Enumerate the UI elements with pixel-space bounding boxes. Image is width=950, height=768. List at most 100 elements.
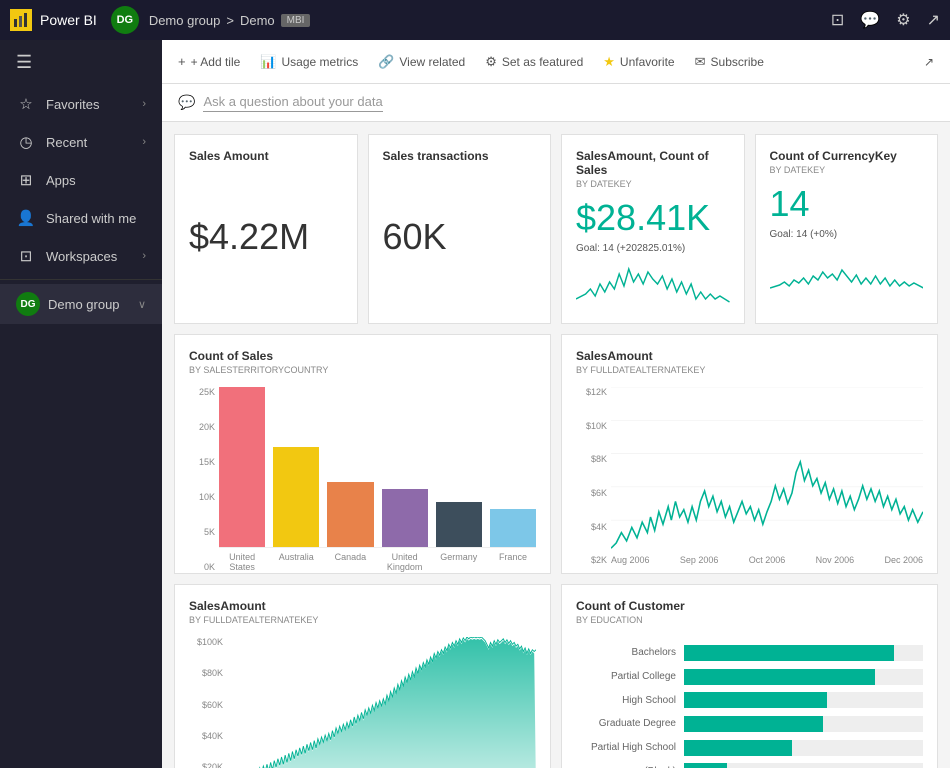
area-y-100k: $100K <box>197 637 223 647</box>
unfavorite-icon: ★ <box>603 54 615 70</box>
y-label-0k: 0K <box>204 562 215 572</box>
sidebar-label-apps: Apps <box>46 173 76 188</box>
sidebar-item-workspaces[interactable]: ⊡ Workspaces › <box>0 237 162 275</box>
speech-bubble-icon: 💬 <box>178 94 195 111</box>
chevron-favorites: › <box>142 98 146 110</box>
bar-partial-high-school <box>684 740 792 756</box>
demo-group-avatar: DG <box>16 292 40 316</box>
chart-icon: 📊 <box>260 54 276 70</box>
tile-sales-amount-value: $4.22M <box>189 216 309 258</box>
settings-icon[interactable]: ⚙ <box>896 10 910 30</box>
tile-sales-count-goal: Goal: 14 (+202825.01%) <box>576 243 730 254</box>
line-x-oct: Oct 2006 <box>749 555 786 565</box>
bar-label-united-states: United States <box>219 552 265 572</box>
bar-label-australia: Australia <box>273 552 319 572</box>
sidebar-item-recent[interactable]: ◷ Recent › <box>0 123 162 161</box>
tile-currency-key[interactable]: Count of CurrencyKey BY DATEKEY 14 Goal:… <box>755 134 939 324</box>
line-y-12k: $12K <box>586 387 607 397</box>
usage-metrics-label: Usage metrics <box>282 55 359 69</box>
line-y-2k: $2K <box>591 555 607 565</box>
share-arrow-icon: ↗ <box>924 55 934 69</box>
view-related-button[interactable]: 🔗 View related <box>378 54 465 70</box>
header-logo: Power BI <box>10 9 97 31</box>
bar-label-canada: Canada <box>327 552 373 572</box>
count-customer-subtitle: BY EDUCATION <box>576 615 923 625</box>
area-y-20k: $20K <box>202 762 223 768</box>
sidebar-label-workspaces: Workspaces <box>46 249 117 264</box>
share-icon[interactable]: ↗ <box>927 10 940 30</box>
add-tile-button[interactable]: + + Add tile <box>178 54 240 69</box>
bar-bachelors <box>684 645 894 661</box>
expand-icon[interactable]: ⊡ <box>831 10 844 30</box>
tile-sales-amount[interactable]: Sales Amount $4.22M <box>174 134 358 324</box>
area-y-60k: $60K <box>202 700 223 710</box>
tile-count-customer[interactable]: Count of Customer BY EDUCATION Bachelors… <box>561 584 938 768</box>
usage-metrics-button[interactable]: 📊 Usage metrics <box>260 54 358 70</box>
bar-united-kingdom <box>382 489 428 547</box>
bar-canada <box>327 482 373 547</box>
count-customer-title: Count of Customer <box>576 599 923 613</box>
set-featured-label: Set as featured <box>502 55 583 69</box>
tile-sales-transactions-value: 60K <box>383 216 447 258</box>
line-y-8k: $8K <box>591 454 607 464</box>
bar-label-germany: Germany <box>436 552 482 572</box>
breadcrumb-sep: > <box>226 13 234 28</box>
power-bi-logo-icon <box>10 9 32 31</box>
hamburger-button[interactable]: ☰ <box>0 40 162 85</box>
y-label-20k: 20K <box>199 422 215 432</box>
bar-australia <box>273 447 319 547</box>
breadcrumb-group[interactable]: Demo group <box>149 13 221 28</box>
tile-currency-key-value: 14 <box>770 183 924 225</box>
sales-amount-area-title: SalesAmount <box>189 599 536 613</box>
envelope-icon: ✉ <box>695 54 706 70</box>
user-avatar[interactable]: DG <box>111 6 139 34</box>
ask-bar[interactable]: 💬 Ask a question about your data <box>162 84 950 122</box>
dashboard: Sales Amount $4.22M Sales transactions 6… <box>162 122 950 768</box>
cat-graduate-degree: Graduate Degree <box>576 718 676 729</box>
tile-sales-amount-area[interactable]: SalesAmount BY FULLDATEALTERNATEKEY $100… <box>174 584 551 768</box>
sales-amount-line-title: SalesAmount <box>576 349 923 363</box>
unfavorite-button[interactable]: ★ Unfavorite <box>603 54 674 70</box>
main-content: + + Add tile 📊 Usage metrics 🔗 View rela… <box>162 40 950 768</box>
sidebar-item-shared[interactable]: 👤 Shared with me <box>0 199 162 237</box>
y-label-15k: 15K <box>199 457 215 467</box>
comment-icon[interactable]: 💬 <box>860 10 880 30</box>
bar-high-school <box>684 692 827 708</box>
header: Power BI DG Demo group > Demo MBI ⊡ 💬 ⚙ … <box>0 0 950 40</box>
sidebar-item-demo-group[interactable]: DG Demo group ∨ <box>0 284 162 324</box>
bar-blank <box>684 763 727 768</box>
chevron-demo: ∨ <box>138 298 146 311</box>
tile-sales-count[interactable]: SalesAmount, Count of Sales BY DATEKEY $… <box>561 134 745 324</box>
cat-partial-college: Partial College <box>576 671 676 682</box>
link-icon: 🔗 <box>378 54 394 70</box>
line-y-4k: $4K <box>591 522 607 532</box>
tile-sales-count-title: SalesAmount, Count of Sales <box>576 149 730 177</box>
tile-currency-key-subtitle: BY DATEKEY <box>770 165 924 175</box>
bar-label-france: France <box>490 552 536 572</box>
sidebar-item-favorites[interactable]: ☆ Favorites › <box>0 85 162 123</box>
count-sales-bar-title: Count of Sales <box>189 349 536 363</box>
bar-united-states <box>219 387 265 547</box>
cat-bachelors: Bachelors <box>576 647 676 658</box>
favorites-icon: ☆ <box>16 95 36 113</box>
tile-count-sales-bar[interactable]: Count of Sales BY SALESTERRITORYCOUNTRY … <box>174 334 551 574</box>
y-label-25k: 25K <box>199 387 215 397</box>
apps-icon: ⊞ <box>16 171 36 189</box>
demo-group-label: Demo group <box>48 297 130 312</box>
tile-sales-transactions[interactable]: Sales transactions 60K <box>368 134 552 324</box>
sidebar-item-apps[interactable]: ⊞ Apps <box>0 161 162 199</box>
subscribe-button[interactable]: ✉ Subscribe <box>695 54 764 70</box>
tile-sales-amount-line[interactable]: SalesAmount BY FULLDATEALTERNATEKEY $12K… <box>561 334 938 574</box>
y-label-5k: 5K <box>204 527 215 537</box>
area-y-40k: $40K <box>202 731 223 741</box>
unfavorite-label: Unfavorite <box>620 55 675 69</box>
ask-bar-placeholder: Ask a question about your data <box>203 94 382 112</box>
share-button[interactable]: ↗ <box>924 55 934 69</box>
sales-amount-area-subtitle: BY FULLDATEALTERNATEKEY <box>189 615 536 625</box>
tile-sales-transactions-title: Sales transactions <box>383 149 537 163</box>
set-featured-button[interactable]: ⚙ Set as featured <box>485 54 583 70</box>
line-x-aug: Aug 2006 <box>611 555 650 565</box>
tile-currency-key-goal: Goal: 14 (+0%) <box>770 229 924 240</box>
line-x-dec: Dec 2006 <box>884 555 923 565</box>
breadcrumb-item[interactable]: Demo <box>240 13 275 28</box>
